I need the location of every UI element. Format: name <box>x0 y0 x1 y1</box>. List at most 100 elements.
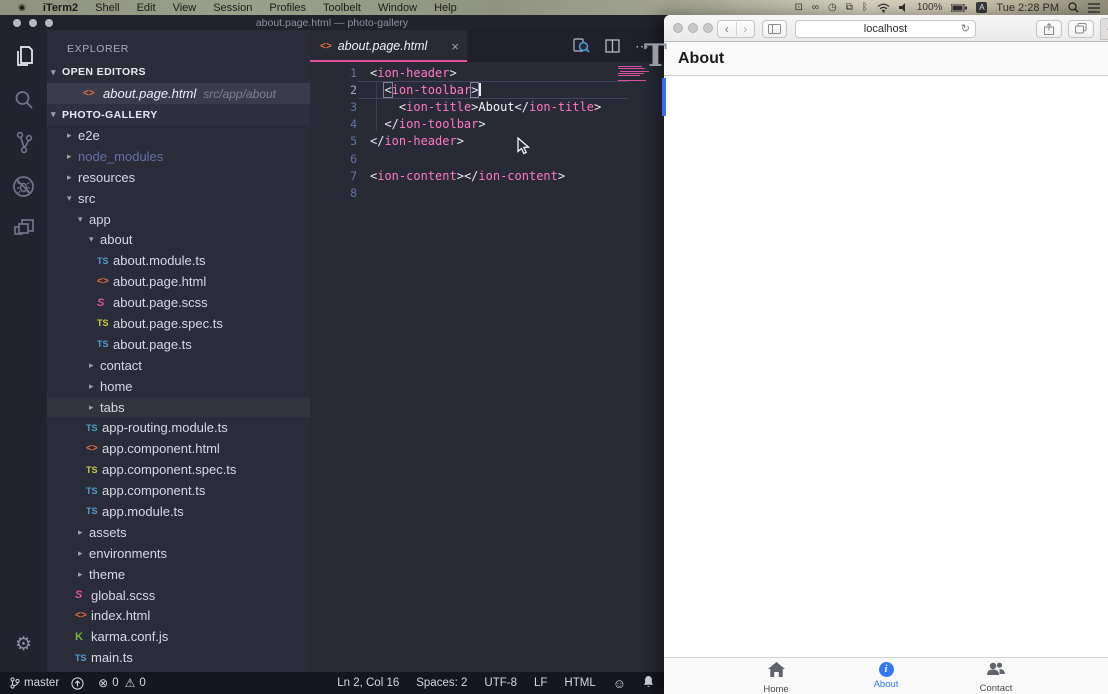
code-line-1[interactable]: 1<ion-header> <box>310 64 664 81</box>
project-section-header[interactable]: ▾ PHOTO-GALLERY <box>47 104 310 125</box>
code-area[interactable]: 1<ion-header>2 <ion-toolbar>3 <ion-title… <box>310 62 664 202</box>
file-about.page.scss[interactable]: Sabout.page.scss <box>47 292 310 313</box>
warnings-indicator[interactable]: ⚠ 0 <box>125 676 146 690</box>
file-main.ts[interactable]: TSmain.ts <box>47 647 310 668</box>
share-button[interactable] <box>1036 20 1062 38</box>
address-bar[interactable]: localhost ↻ <box>795 20 976 38</box>
notifications-bell-icon[interactable] <box>643 675 654 691</box>
file-app.component.html[interactable]: <>app.component.html <box>47 438 310 459</box>
display-icon[interactable]: ⧉ <box>846 2 853 13</box>
status-html[interactable]: HTML <box>564 677 595 689</box>
menu-profiles[interactable]: Profiles <box>269 2 306 14</box>
folder-contact[interactable]: ▸contact <box>47 355 310 376</box>
menu-edit[interactable]: Edit <box>137 2 156 14</box>
menu-toolbelt[interactable]: Toolbelt <box>323 2 361 14</box>
code-line-4[interactable]: 4 </ion-toolbar> <box>310 116 664 133</box>
vscode-titlebar[interactable]: about.page.html — photo-gallery <box>0 15 664 30</box>
folder-src[interactable]: ▾src <box>47 188 310 209</box>
menu-help[interactable]: Help <box>434 2 457 14</box>
status-utf-8[interactable]: UTF-8 <box>484 677 517 689</box>
menu-iterm2[interactable]: iTerm2 <box>43 2 78 14</box>
file-about.module.ts[interactable]: TSabout.module.ts <box>47 250 310 271</box>
code-line-7[interactable]: 7<ion-content></ion-content> <box>310 167 664 184</box>
find-in-file-icon[interactable] <box>573 38 590 54</box>
open-editors-section-header[interactable]: ▾ OPEN EDITORS <box>47 61 310 83</box>
screen-record-icon[interactable]: ⊡ <box>794 2 802 13</box>
minimize-window-button[interactable] <box>688 23 698 33</box>
input-source-icon[interactable]: A <box>976 2 987 13</box>
errors-indicator[interactable]: ⊗ 0 <box>98 676 118 690</box>
code-line-8[interactable]: 8 <box>310 184 664 201</box>
folder-resources[interactable]: ▸resources <box>47 167 310 188</box>
explorer-icon[interactable] <box>10 43 38 71</box>
publish-changes-button[interactable] <box>71 677 84 690</box>
file-app.component.spec.ts[interactable]: TSapp.component.spec.ts <box>47 459 310 480</box>
zoom-window-button[interactable] <box>703 23 713 33</box>
apple-menu-icon[interactable]: ◉ <box>18 2 26 13</box>
feedback-smiley-icon[interactable]: ☺ <box>613 676 626 691</box>
code-line-5[interactable]: 5</ion-header> <box>310 133 664 150</box>
reload-icon[interactable]: ↻ <box>961 22 970 35</box>
menu-view[interactable]: View <box>173 2 197 14</box>
menu-shell[interactable]: Shell <box>95 2 119 14</box>
source-control-icon[interactable] <box>10 129 38 157</box>
karma-file-icon: K <box>75 631 91 643</box>
spotlight-icon[interactable] <box>1068 2 1079 13</box>
file-index.html[interactable]: <>index.html <box>47 605 310 626</box>
goggles-icon[interactable]: ∞ <box>812 2 819 13</box>
folder-theme[interactable]: ▸theme <box>47 564 310 585</box>
code-line-2[interactable]: 2 <ion-toolbar> <box>310 81 664 98</box>
tab-home[interactable]: Home <box>721 658 831 694</box>
back-button[interactable]: ‹ <box>718 22 736 36</box>
file-about.page.spec.ts[interactable]: TSabout.page.spec.ts <box>47 313 310 334</box>
tab-about-page-html[interactable]: <> about.page.html × <box>310 30 467 62</box>
folder-home[interactable]: ▸home <box>47 376 310 397</box>
search-icon[interactable] <box>10 86 38 114</box>
menu-window[interactable]: Window <box>378 2 417 14</box>
tree-item-label: app.component.ts <box>102 483 205 498</box>
folder-app[interactable]: ▾app <box>47 209 310 230</box>
settings-gear-icon[interactable]: ⚙ <box>15 635 32 654</box>
file-about.page.ts[interactable]: TSabout.page.ts <box>47 334 310 355</box>
status-spaces-2[interactable]: Spaces: 2 <box>416 677 467 689</box>
ion-header: About <box>664 42 1108 76</box>
debug-icon[interactable] <box>10 172 38 200</box>
file-app.module.ts[interactable]: TSapp.module.ts <box>47 501 310 522</box>
tab-overview-button[interactable] <box>1068 20 1094 38</box>
folder-node_modules[interactable]: ▸node_modules <box>47 146 310 167</box>
folder-tabs[interactable]: ▸tabs <box>47 397 310 418</box>
code-line-3[interactable]: 3 <ion-title>About</ion-title> <box>310 98 664 115</box>
battery-icon[interactable] <box>951 4 967 12</box>
tab-contact[interactable]: Contact <box>941 658 1051 694</box>
folder-about[interactable]: ▾about <box>47 229 310 250</box>
file-app.component.ts[interactable]: TSapp.component.ts <box>47 480 310 501</box>
time-machine-icon[interactable]: ◷ <box>828 2 837 13</box>
menubar-clock[interactable]: Tue 2:28 PM <box>996 2 1059 14</box>
folder-environments[interactable]: ▸environments <box>47 543 310 564</box>
code-line-6[interactable]: 6 <box>310 150 664 167</box>
code-text: </ion-header> <box>370 134 464 148</box>
wifi-icon[interactable] <box>877 3 890 13</box>
folder-e2e[interactable]: ▸e2e <box>47 125 310 146</box>
split-editor-icon[interactable] <box>605 39 620 53</box>
file-global.scss[interactable]: Sglobal.scss <box>47 585 310 606</box>
open-editor-item[interactable]: <> about.page.html src/app/about <box>47 83 310 104</box>
tab-about[interactable]: iAbout <box>831 658 941 694</box>
tab-close-icon[interactable]: × <box>451 39 459 54</box>
git-branch-indicator[interactable]: master <box>10 677 59 689</box>
volume-icon[interactable] <box>899 3 908 12</box>
extensions-icon[interactable] <box>10 215 38 243</box>
new-tab-button[interactable]: + <box>1100 18 1108 40</box>
close-window-button[interactable] <box>673 23 683 33</box>
bluetooth-icon[interactable]: ᛒ <box>862 2 868 13</box>
forward-button[interactable]: › <box>736 22 755 36</box>
status-lf[interactable]: LF <box>534 677 547 689</box>
status-ln-2-col-16[interactable]: Ln 2, Col 16 <box>337 677 399 689</box>
menu-session[interactable]: Session <box>213 2 252 14</box>
sidebar-toggle-button[interactable] <box>762 20 787 38</box>
file-about.page.html[interactable]: <>about.page.html <box>47 271 310 292</box>
notification-center-icon[interactable] <box>1088 3 1100 13</box>
file-karma.conf.js[interactable]: Kkarma.conf.js <box>47 626 310 647</box>
file-app-routing.module.ts[interactable]: TSapp-routing.module.ts <box>47 417 310 438</box>
folder-assets[interactable]: ▸assets <box>47 522 310 543</box>
